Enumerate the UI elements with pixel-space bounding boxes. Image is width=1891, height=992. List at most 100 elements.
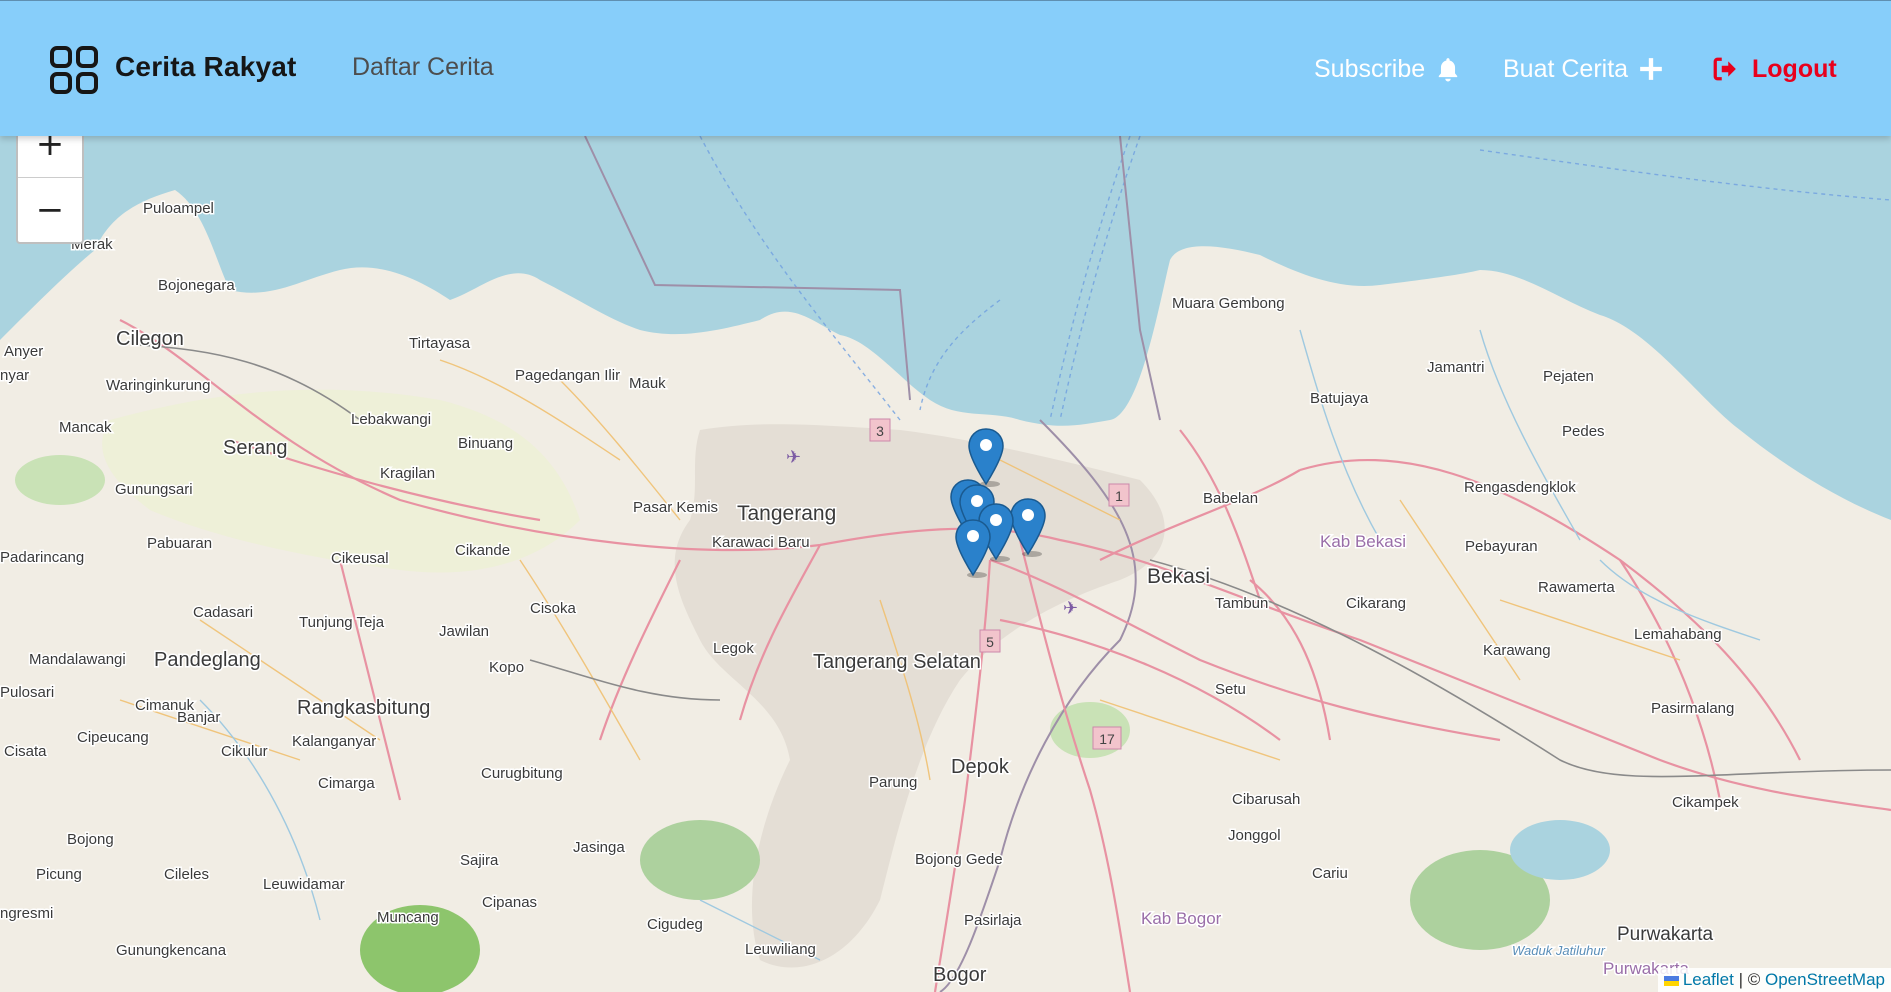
subscribe-button[interactable]: Subscribe — [1314, 51, 1461, 87]
label-mandalawangi: Mandalawangi — [29, 651, 126, 668]
label-setu: Setu — [1215, 681, 1246, 698]
label-legok: Legok — [713, 640, 754, 657]
label-pasar-kemis: Pasar Kemis — [633, 499, 718, 516]
label-cipeucang: Cipeucang — [77, 729, 149, 746]
label-waringinkurung: Waringinkurung — [106, 377, 211, 394]
label-cileles: Cileles — [164, 866, 209, 883]
label-kragilan: Kragilan — [380, 465, 435, 482]
label-leuwidamar: Leuwidamar — [263, 876, 345, 893]
svg-text:✈: ✈ — [786, 447, 801, 468]
label-tunjung-teja: Tunjung Teja — [299, 614, 385, 631]
label-bogor: Bogor — [933, 964, 987, 986]
label-banjar: Banjar — [177, 709, 220, 726]
label-gunungsari: Gunungsari — [115, 481, 193, 498]
label-muncang: Muncang — [377, 909, 439, 926]
shield-3: 3 — [876, 423, 884, 439]
label-bojong: Bojong — [67, 831, 114, 848]
create-story-button[interactable]: Buat Cerita — [1503, 51, 1664, 87]
label-binuang: Binuang — [458, 435, 513, 452]
label-pebayuran: Pebayuran — [1465, 538, 1538, 555]
label-depok: Depok — [951, 756, 1010, 778]
reservoir — [1510, 820, 1610, 880]
label-batujaya: Batujaya — [1310, 390, 1369, 407]
brand-title[interactable]: Cerita Rakyat — [115, 51, 297, 83]
label-cisata: Cisata — [4, 743, 47, 760]
label-puloampel: Puloampel — [143, 200, 214, 217]
label-jonggol: Jonggol — [1228, 827, 1281, 844]
label-jawilan: Jawilan — [439, 623, 489, 640]
label-tirtayasa: Tirtayasa — [409, 335, 471, 352]
label-leuwiliang: Leuwiliang — [745, 941, 816, 958]
label-waduk-jatiluhur: Waduk Jatiluhur — [1512, 943, 1606, 958]
label-cikulur: Cikulur — [221, 743, 268, 760]
label-cikarang: Cikarang — [1346, 595, 1406, 612]
label-anyer: Anyer — [4, 343, 43, 360]
label-kab-bogor: Kab Bogor — [1141, 909, 1222, 928]
label-sajira: Sajira — [460, 852, 499, 869]
label-nyar: nyar — [0, 367, 29, 384]
forest-patch — [640, 820, 760, 900]
leaflet-link[interactable]: Leaflet — [1683, 970, 1734, 989]
story-map[interactable]: ✈ ✈ 3 1 5 17 Puloampel Merak Bojonegara … — [0, 0, 1891, 992]
story-marker[interactable] — [953, 518, 993, 578]
label-pandeglang: Pandeglang — [154, 649, 261, 671]
label-pulosari: Pulosari — [0, 684, 54, 701]
zoom-out-button[interactable]: − — [18, 178, 82, 243]
label-cigudeg: Cigudeg — [647, 916, 703, 933]
label-pasirmalang: Pasirmalang — [1651, 700, 1734, 717]
label-cimarga: Cimarga — [318, 775, 375, 792]
label-lemahabang: Lemahabang — [1634, 626, 1722, 643]
label-jasinga: Jasinga — [573, 839, 625, 856]
map-pin-icon — [955, 519, 991, 578]
label-pagedangan-ilir: Pagedangan Ilir — [515, 367, 620, 384]
logout-button[interactable]: Logout — [1712, 51, 1837, 87]
plus-icon — [1640, 58, 1662, 80]
ukraine-flag-icon — [1663, 975, 1679, 986]
label-rengasdengklok: Rengasdengklok — [1464, 479, 1576, 496]
label-cipanas: Cipanas — [482, 894, 537, 911]
label-kalanganyar: Kalanganyar — [292, 733, 376, 750]
label-picung: Picung — [36, 866, 82, 883]
label-serang: Serang — [223, 437, 288, 459]
label-pabuaran: Pabuaran — [147, 535, 212, 552]
grid-icon — [50, 46, 98, 94]
label-cibarusah: Cibarusah — [1232, 791, 1300, 808]
label-cilegon: Cilegon — [116, 328, 184, 350]
label-cikeusal: Cikeusal — [331, 550, 389, 567]
shield-5: 5 — [986, 634, 994, 650]
label-purwakarta: Purwakarta — [1617, 924, 1714, 945]
sign-out-icon — [1713, 57, 1736, 81]
label-kopo: Kopo — [489, 659, 524, 676]
nav-daftar-cerita[interactable]: Daftar Cerita — [352, 53, 494, 82]
label-babelan: Babelan — [1203, 490, 1258, 507]
label-ngresmi: ngresmi — [0, 905, 53, 922]
label-cisoka: Cisoka — [530, 600, 577, 617]
label-cadasari: Cadasari — [193, 604, 253, 621]
label-cikampek: Cikampek — [1672, 794, 1739, 811]
label-padarincang: Padarincang — [0, 549, 84, 566]
label-curugbitung: Curugbitung — [481, 765, 563, 782]
label-pasirlaja: Pasirlaja — [964, 912, 1022, 929]
label-bekasi: Bekasi — [1147, 565, 1210, 588]
osm-link[interactable]: OpenStreetMap — [1765, 970, 1885, 989]
label-gunungkencana: Gunungkencana — [116, 942, 227, 959]
label-cariu: Cariu — [1312, 865, 1348, 882]
label-bojong-gede: Bojong Gede — [915, 851, 1003, 868]
map-tiles[interactable]: ✈ ✈ 3 1 5 17 Puloampel Merak Bojonegara … — [0, 0, 1891, 992]
label-parung: Parung — [869, 774, 917, 791]
label-tangerang: Tangerang — [737, 502, 836, 525]
label-kab-bekasi: Kab Bekasi — [1320, 532, 1406, 551]
label-tambun: Tambun — [1215, 595, 1268, 612]
label-karawang: Karawang — [1483, 642, 1551, 659]
attribution-separator: | © — [1733, 970, 1765, 989]
label-muara-gembong: Muara Gembong — [1172, 295, 1285, 312]
forest-patch — [15, 455, 105, 505]
create-story-label: Buat Cerita — [1503, 54, 1629, 83]
label-jamantri: Jamantri — [1427, 359, 1485, 376]
label-karawaci-baru: Karawaci Baru — [712, 534, 810, 551]
label-pejaten: Pejaten — [1543, 368, 1594, 385]
label-rangkasbitung: Rangkasbitung — [297, 697, 430, 719]
shield-17: 17 — [1099, 731, 1115, 747]
label-tangerang-selatan: Tangerang Selatan — [813, 651, 981, 673]
label-pedes: Pedes — [1562, 423, 1605, 440]
